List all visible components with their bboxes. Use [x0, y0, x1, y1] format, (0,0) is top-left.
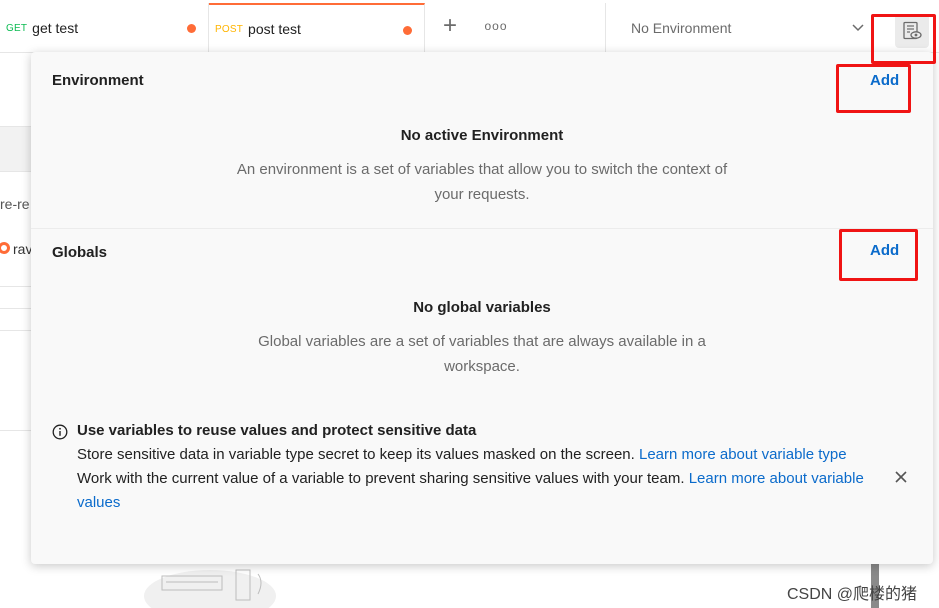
globals-heading: Globals: [52, 244, 108, 261]
info-line-secret: Store sensitive data in variable type se…: [77, 446, 635, 463]
environment-heading: Environment: [52, 72, 144, 89]
environment-empty-title: No active Environment: [400, 127, 564, 144]
unsaved-indicator: [403, 26, 412, 35]
learn-more-variable-type-link[interactable]: Learn more about variable type: [639, 446, 847, 463]
info-banner-title: Use variables to reuse values and protec…: [77, 422, 477, 439]
more-tabs-button[interactable]: ooo: [482, 12, 510, 40]
section-divider: [31, 228, 933, 229]
info-circle-icon: [52, 424, 68, 440]
annotation-box-environment-add: [836, 64, 911, 113]
environment-selector[interactable]: No Environment: [605, 3, 871, 53]
environment-selected-label: No Environment: [631, 20, 732, 36]
tab-title: post test: [248, 21, 301, 37]
method-badge-get: GET: [6, 22, 28, 34]
annotation-box-globals-add: [839, 229, 918, 281]
watermark-text: CSDN @爬楼的猪: [787, 586, 918, 603]
tab-get-test[interactable]: GET get test: [0, 3, 209, 53]
background-text-fragment: rav: [13, 241, 33, 257]
more-dots-icon: ooo: [484, 19, 508, 33]
close-x-icon[interactable]: [893, 469, 909, 485]
plus-icon: +: [442, 12, 457, 39]
tab-post-test[interactable]: POST post test: [209, 3, 425, 53]
globals-empty-title: No global variables: [413, 299, 551, 316]
chevron-down-icon: [852, 24, 864, 32]
new-tab-button[interactable]: +: [436, 12, 464, 40]
environment-empty-description: An environment is a set of variables tha…: [236, 161, 728, 203]
unsaved-indicator: [187, 24, 196, 33]
background-text-fragment: re-re: [0, 196, 30, 212]
globals-empty-description: Global variables are a set of variables …: [258, 333, 706, 375]
tab-title: get test: [32, 20, 79, 36]
environment-quick-look-popover: Environment Add No active Environment An…: [31, 52, 933, 564]
info-banner-body: Store sensitive data in variable type se…: [77, 443, 877, 515]
annotation-box-quicklook: [871, 14, 936, 64]
method-badge-post: POST: [215, 23, 244, 35]
info-line-current-value: Work with the current value of a variabl…: [77, 470, 685, 487]
tab-bar: GET get test POST post test + ooo No Env…: [0, 0, 939, 53]
